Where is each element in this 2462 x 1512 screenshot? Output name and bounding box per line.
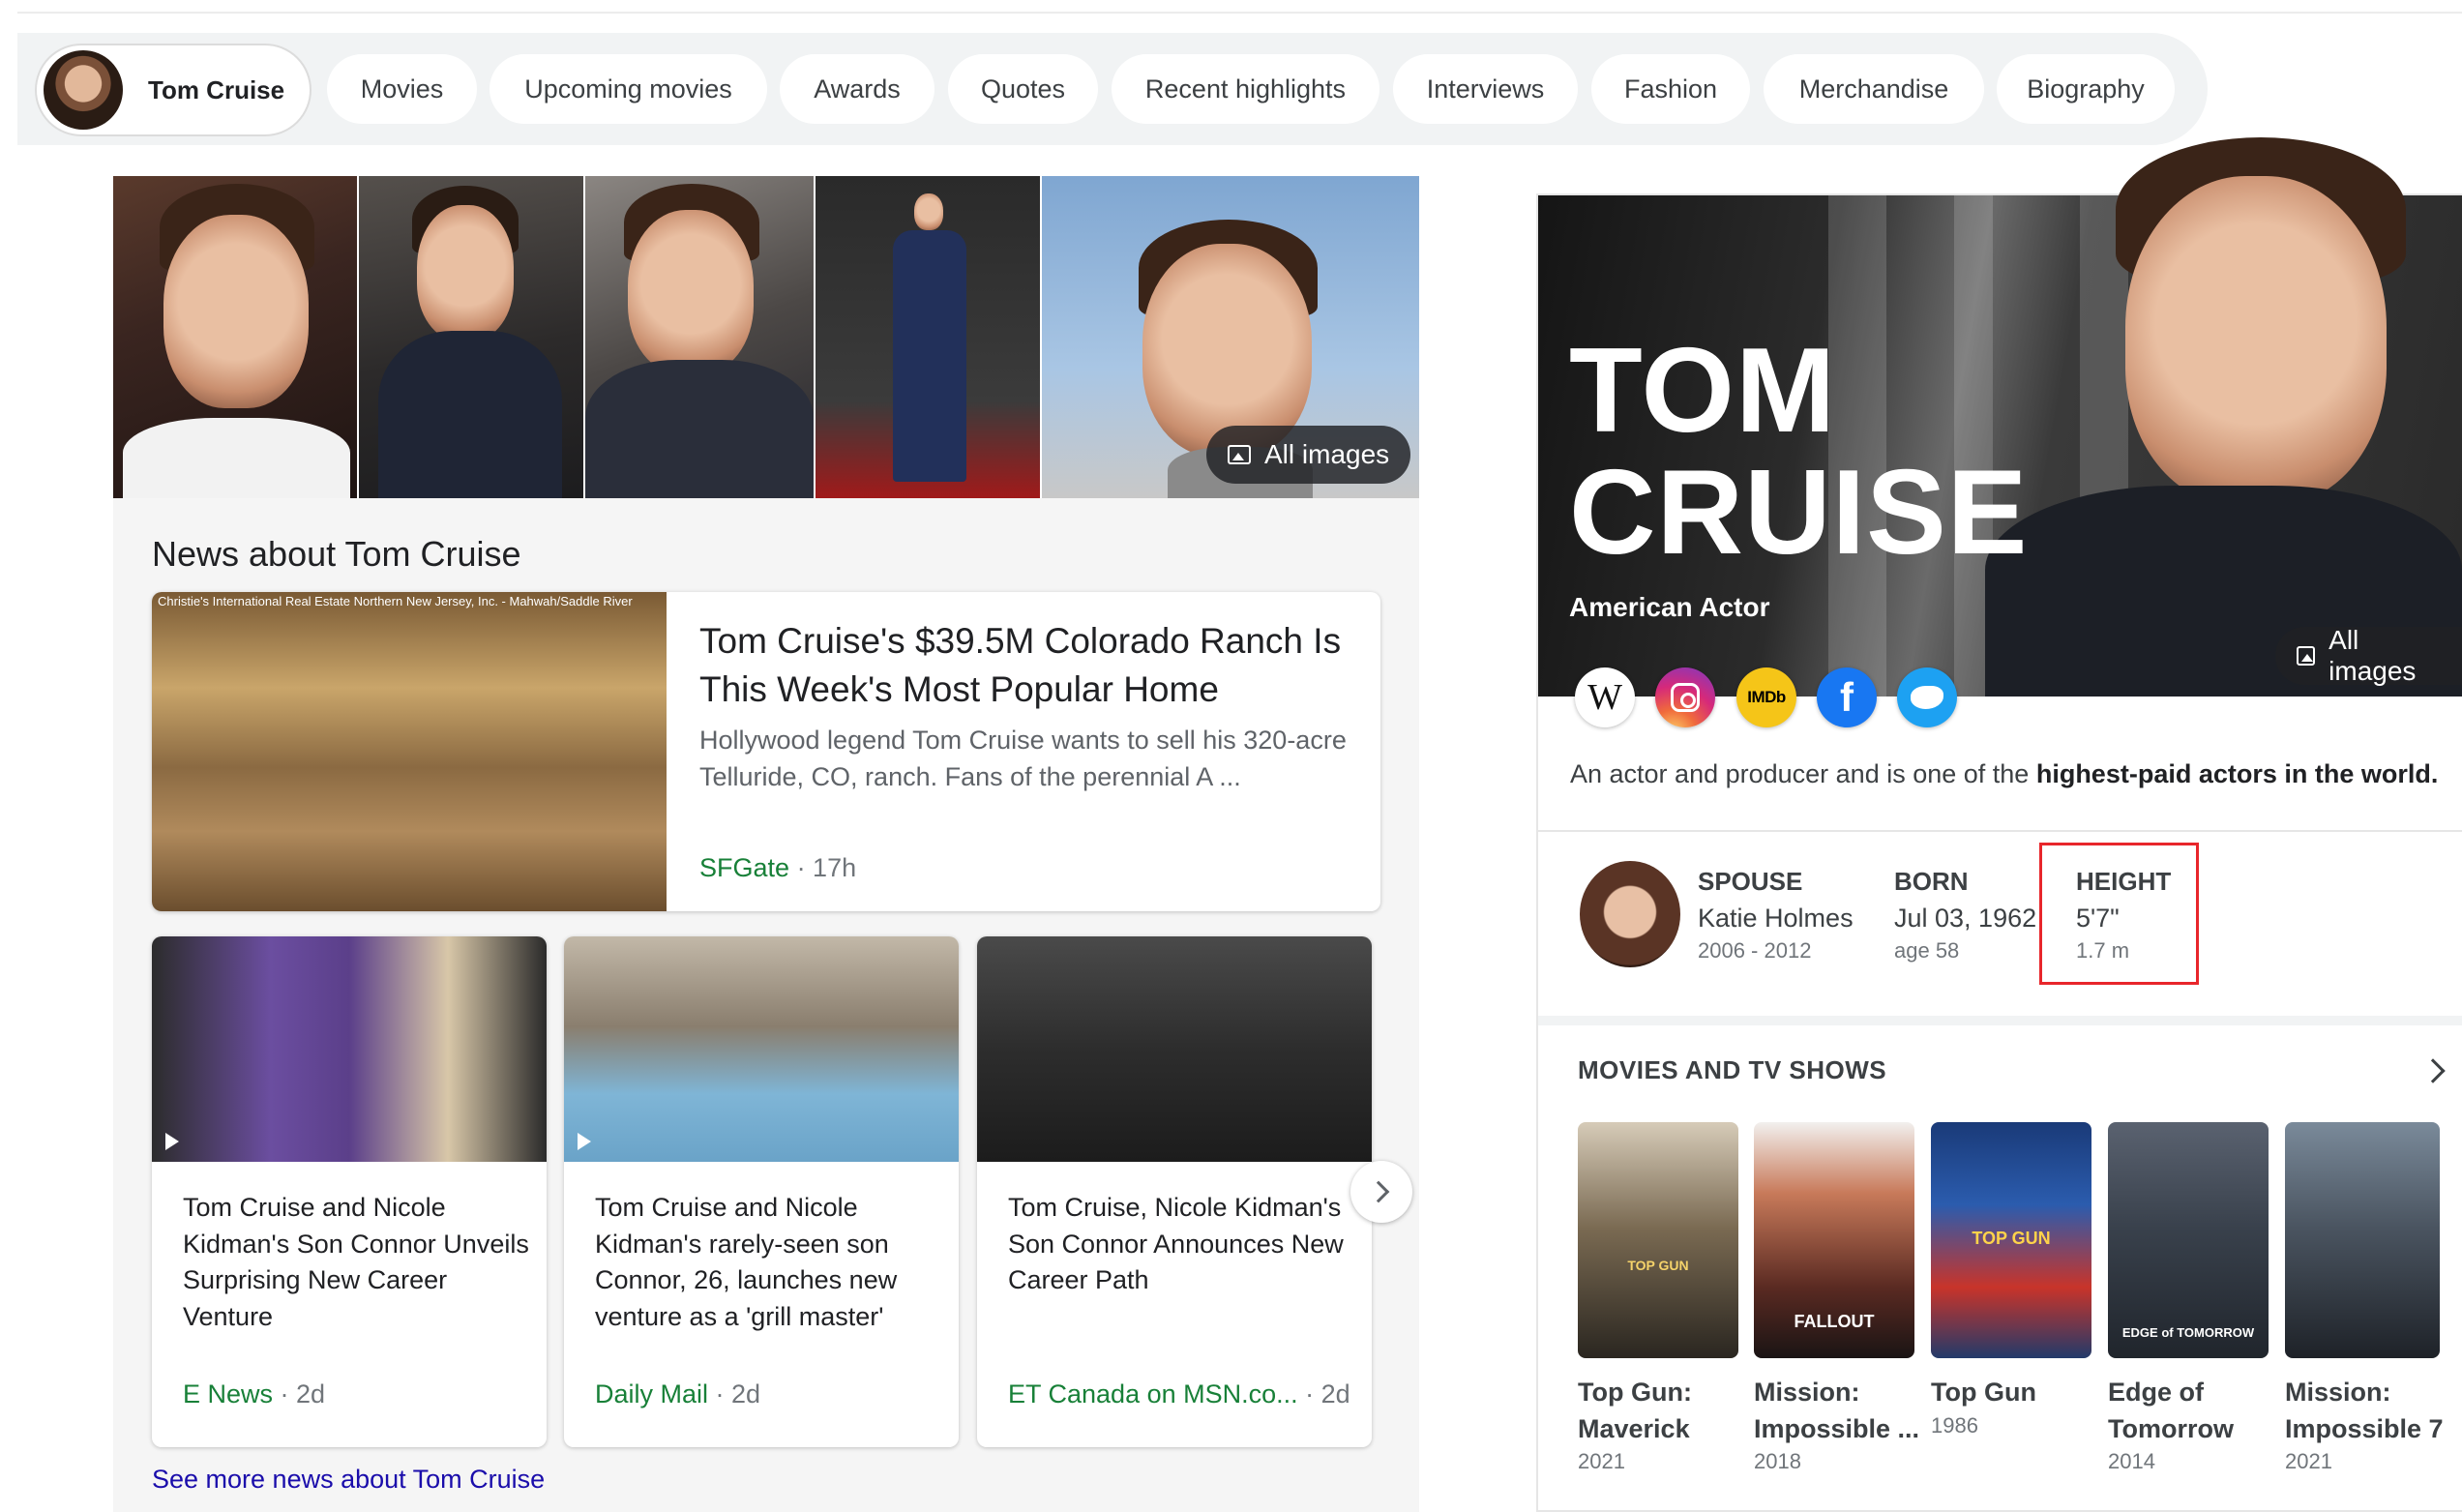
chevron-right-icon bbox=[1367, 1180, 1390, 1203]
movie-title[interactable]: Mission: Impossible 7 bbox=[2285, 1374, 2462, 1447]
entity-name-line2: CRUISE bbox=[1569, 446, 2029, 579]
news-card[interactable]: Tom Cruise, Nicole Kidman's Son Connor A… bbox=[977, 936, 1372, 1447]
chip-biography[interactable]: Biography bbox=[1997, 54, 2175, 124]
all-images-label: All images bbox=[1264, 439, 1390, 469]
entity-chip-tom-cruise[interactable]: Tom Cruise bbox=[35, 44, 311, 136]
news-age: · 2d bbox=[715, 1379, 761, 1408]
movie-poster[interactable]: FALLOUT bbox=[1754, 1122, 1914, 1358]
section-divider bbox=[1538, 1016, 2462, 1025]
instagram-icon[interactable] bbox=[1655, 667, 1715, 727]
chip-fashion[interactable]: Fashion bbox=[1591, 54, 1750, 124]
chip-quotes[interactable]: Quotes bbox=[948, 54, 1098, 124]
chip-upcoming-movies[interactable]: Upcoming movies bbox=[489, 54, 767, 124]
image-icon bbox=[2297, 646, 2316, 666]
twitter-icon[interactable] bbox=[1897, 667, 1957, 727]
news-main-snippet: Hollywood legend Tom Cruise wants to sel… bbox=[699, 726, 1347, 791]
image-thumbnail[interactable] bbox=[359, 176, 583, 498]
movie-poster[interactable]: EDGE of TOMORROW bbox=[2108, 1122, 2269, 1358]
chip-movies[interactable]: Movies bbox=[327, 54, 477, 124]
news-main-article[interactable]: Christie's International Real Estate Nor… bbox=[152, 592, 1380, 911]
news-source-name: Daily Mail bbox=[595, 1379, 709, 1408]
news-main-source: SFGate · 17h bbox=[699, 853, 856, 883]
news-card-thumbnail bbox=[564, 936, 959, 1162]
description-bold: highest-paid actors in the world. bbox=[2035, 759, 2439, 788]
poster-text: EDGE of TOMORROW bbox=[2121, 1325, 2255, 1340]
entity-chip-label: Tom Cruise bbox=[148, 74, 285, 104]
movie-poster[interactable]: TOP GUN bbox=[1931, 1122, 2091, 1358]
spouse-photo[interactable] bbox=[1580, 861, 1680, 967]
all-images-button[interactable]: All images bbox=[1206, 426, 1411, 484]
image-thumbnail[interactable] bbox=[816, 176, 1040, 498]
movie-title[interactable]: Edge of Tomorrow bbox=[2108, 1374, 2272, 1447]
facebook-icon[interactable]: f bbox=[1817, 667, 1877, 727]
divider bbox=[1538, 830, 2462, 832]
news-main-thumbnail: Christie's International Real Estate Nor… bbox=[152, 592, 667, 911]
imdb-icon[interactable]: IMDb bbox=[1736, 667, 1796, 727]
wikipedia-icon[interactable]: W bbox=[1575, 667, 1635, 727]
chip-awards[interactable]: Awards bbox=[780, 54, 934, 124]
news-card-thumbnail bbox=[152, 936, 547, 1162]
news-age: · 17h bbox=[796, 853, 857, 882]
top-divider bbox=[17, 12, 2462, 14]
entity-description: An actor and producer and is one of the … bbox=[1570, 759, 2438, 789]
movie-title[interactable]: Top Gun bbox=[1931, 1374, 2095, 1410]
poster-text: TOP GUN bbox=[1972, 1229, 2051, 1248]
hero-portrait[interactable] bbox=[1946, 137, 2462, 697]
movie-title[interactable]: Mission: Impossible ... bbox=[1754, 1374, 1918, 1447]
news-card-source: ET Canada on MSN.co... · 2d bbox=[1008, 1379, 1350, 1409]
news-main-title[interactable]: Tom Cruise's $39.5M Colorado Ranch Is Th… bbox=[699, 617, 1357, 714]
image-strip: All images bbox=[113, 176, 1419, 498]
news-card-title[interactable]: Tom Cruise and Nicole Kidman's rarely-se… bbox=[595, 1190, 943, 1335]
chip-interviews[interactable]: Interviews bbox=[1393, 54, 1578, 124]
chip-merchandise[interactable]: Merchandise bbox=[1764, 54, 1984, 124]
born-label: BORN bbox=[1894, 867, 1969, 896]
description-text: An actor and producer and is one of the bbox=[1570, 759, 2036, 788]
movie-year: 1986 bbox=[1931, 1413, 1978, 1438]
movie-year: 2014 bbox=[2108, 1449, 2155, 1473]
chip-recent-highlights[interactable]: Recent highlights bbox=[1112, 54, 1379, 124]
all-images-button[interactable]: All images bbox=[2275, 625, 2462, 686]
news-card-title[interactable]: Tom Cruise, Nicole Kidman's Son Connor A… bbox=[1008, 1190, 1356, 1299]
image-icon bbox=[1228, 445, 1251, 464]
news-next-button[interactable] bbox=[1350, 1161, 1412, 1223]
news-card-title[interactable]: Tom Cruise and Nicole Kidman's Son Conno… bbox=[183, 1190, 531, 1335]
height-highlight-box bbox=[2039, 843, 2199, 985]
image-thumbnail[interactable]: All images bbox=[1042, 176, 1419, 498]
avatar bbox=[44, 50, 123, 130]
news-heading: News about Tom Cruise bbox=[152, 534, 521, 574]
news-card-source: Daily Mail · 2d bbox=[595, 1379, 760, 1409]
news-card-source: E News · 2d bbox=[183, 1379, 325, 1409]
movie-poster[interactable]: TOP GUN bbox=[1578, 1122, 1738, 1358]
spouse-value[interactable]: Katie Holmes bbox=[1698, 904, 1854, 934]
news-source-name: E News bbox=[183, 1379, 274, 1408]
news-card[interactable]: Tom Cruise and Nicole Kidman's Son Conno… bbox=[152, 936, 547, 1447]
see-more-news-link[interactable]: See more news about Tom Cruise bbox=[152, 1465, 545, 1495]
movie-title[interactable]: Top Gun: Maverick bbox=[1578, 1374, 1742, 1447]
image-thumbnail[interactable] bbox=[113, 176, 357, 498]
news-card[interactable]: Tom Cruise and Nicole Kidman's rarely-se… bbox=[564, 936, 959, 1447]
news-age: · 2d bbox=[280, 1379, 326, 1408]
born-age: age 58 bbox=[1894, 938, 1960, 963]
spouse-years: 2006 - 2012 bbox=[1698, 938, 1812, 963]
movie-year: 2021 bbox=[2285, 1449, 2332, 1473]
poster-text: FALLOUT bbox=[1794, 1312, 1875, 1331]
image-thumbnail[interactable] bbox=[585, 176, 814, 498]
movie-year: 2021 bbox=[1578, 1449, 1625, 1473]
news-source-name: ET Canada on MSN.co... bbox=[1008, 1379, 1298, 1408]
born-value: Jul 03, 1962 bbox=[1894, 904, 2037, 933]
movie-year: 2018 bbox=[1754, 1449, 1801, 1473]
play-icon bbox=[165, 1133, 179, 1150]
image-caption: Christie's International Real Estate Nor… bbox=[158, 594, 633, 608]
spouse-label: SPOUSE bbox=[1698, 867, 1803, 896]
entity-name-line1: TOM bbox=[1569, 324, 1837, 458]
entity-subtitle: American Actor bbox=[1569, 592, 1770, 622]
play-icon bbox=[578, 1133, 591, 1150]
all-images-label: All images bbox=[2329, 625, 2417, 686]
news-card-thumbnail bbox=[977, 936, 1372, 1162]
movies-heading: MOVIES AND TV SHOWS bbox=[1578, 1055, 1887, 1084]
news-source-name: SFGate bbox=[699, 853, 790, 882]
news-age: · 2d bbox=[1305, 1379, 1350, 1408]
poster-text: TOP GUN bbox=[1627, 1258, 1689, 1273]
movie-poster[interactable] bbox=[2285, 1122, 2440, 1358]
